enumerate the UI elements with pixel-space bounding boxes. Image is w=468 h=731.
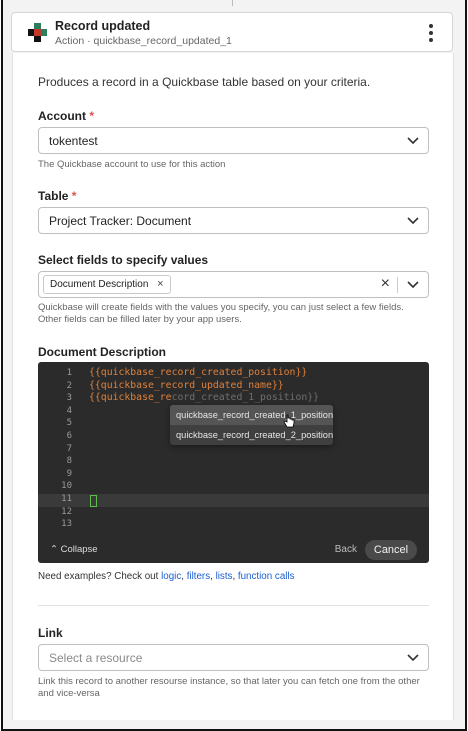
action-title: Record updated [55,19,151,33]
doc-desc-label: Document Description [38,345,167,359]
line-number: 10 [61,481,72,492]
required-mark: * [71,189,77,203]
action-body: Produces a record in a Quickbase table b… [12,53,454,720]
line-number: 11 [61,493,72,504]
line-number: 9 [66,468,72,479]
line-number: 8 [66,456,72,467]
link-help: Link this record to another resourse ins… [38,676,420,699]
chevron-down-icon[interactable] [407,136,419,145]
pointer-cursor-icon [283,414,295,428]
line-number: 6 [66,430,72,441]
account-value: tokentest [49,134,98,148]
code-editor[interactable]: 1 2 3 4 5 6 7 8 9 10 11 12 13 {{quickbas… [38,362,429,563]
line-number: 5 [66,418,72,429]
account-label: Account * [38,109,94,123]
link-logic[interactable]: logic [161,571,181,582]
line-number: 1 [66,368,72,378]
code-lines[interactable]: {{quickbase_record_created_position}} {{… [89,367,319,405]
table-value: Project Tracker: Document [49,214,192,228]
link-filters[interactable]: filters [187,571,210,582]
account-select[interactable]: tokentest [38,127,429,154]
chevron-down-icon[interactable] [407,216,419,225]
table-label-text: Table [38,189,69,203]
code-line[interactable]: {{quickbase_record_updated_name}} [89,380,319,393]
line-number: 13 [61,519,72,530]
section-divider [38,605,429,606]
code-line[interactable]: {{quickbase_record_created_position}} [89,367,319,380]
examples-prefix: Need examples? Check out [38,571,162,582]
autocomplete-dropdown: quickbase_record_created_1_position quic… [170,405,333,445]
editor-footer: ⌃ Collapse Back Cancel [38,537,429,563]
action-header: Record updated Action · quickbase_record… [11,12,453,52]
close-icon[interactable]: × [381,275,390,293]
examples-line: Need examples? Check out logic, filters,… [38,571,295,582]
line-number: 12 [61,506,72,517]
line-number: 3 [66,393,72,404]
back-button[interactable]: Back [335,544,357,555]
link-label: Link [38,626,63,640]
top-divider [232,0,233,6]
separator [397,277,398,293]
table-select[interactable]: Project Tracker: Document [38,207,429,234]
link-lists[interactable]: lists [216,571,233,582]
collapse-label: Collapse [60,544,98,555]
field-chip-label: Document Description [50,279,149,290]
table-label: Table * [38,189,76,203]
line-number: 7 [66,443,72,454]
action-subtitle: Action · quickbase_record_updated_1 [55,35,232,47]
field-chip: Document Description × [43,275,171,294]
collapse-button[interactable]: ⌃ Collapse [50,544,98,555]
typed-text: {{quickbase_re [89,392,172,404]
cancel-button[interactable]: Cancel [365,540,417,560]
chevron-down-icon[interactable] [407,280,419,289]
resource-select[interactable]: Select a resource [38,644,429,671]
chevron-down-icon[interactable] [407,653,419,662]
text-cursor [90,495,97,507]
fields-multiselect[interactable]: Document Description × × [38,271,429,298]
chevron-up-icon: ⌃ [50,544,58,555]
account-label-text: Account [38,109,86,123]
quickbase-logo-icon [28,23,47,42]
autocomplete-option[interactable]: quickbase_record_created_1_position [170,405,333,425]
fields-help: Quickbase will create fields with the va… [38,302,404,325]
link-function-calls[interactable]: function calls [238,571,295,582]
code-line[interactable]: {{quickbase_record_created_1_position}} [89,392,319,405]
line-gutter: 1 2 3 4 5 6 7 8 9 10 11 12 13 [38,367,72,531]
kebab-menu-icon[interactable] [428,24,434,42]
action-description: Produces a record in a Quickbase table b… [38,75,371,89]
line-number: 4 [66,405,72,416]
ghost-completion: cord_created_1_position}} [171,392,320,404]
account-help: The Quickbase account to use for this ac… [38,159,226,170]
fields-label: Select fields to specify values [38,253,209,267]
chip-remove-icon[interactable]: × [157,278,163,290]
resource-placeholder: Select a resource [49,651,143,665]
line-number: 2 [66,380,72,391]
required-mark: * [89,109,95,123]
autocomplete-option[interactable]: quickbase_record_created_2_position [170,425,333,445]
